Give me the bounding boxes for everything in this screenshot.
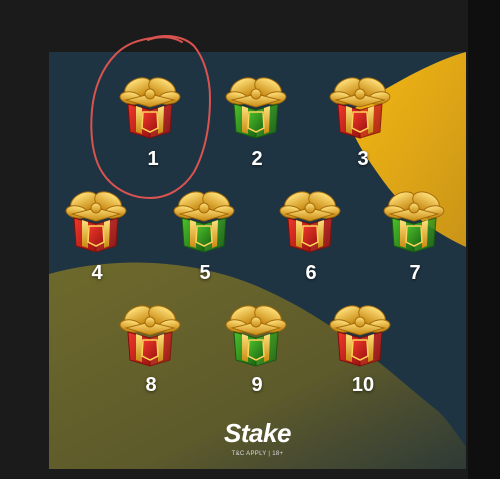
gift-box-icon xyxy=(65,191,127,253)
gift-box-1[interactable] xyxy=(116,72,184,142)
gift-number-4: 4 xyxy=(91,262,103,284)
gift-number-5: 5 xyxy=(199,262,211,284)
gift-box-8[interactable] xyxy=(116,300,184,370)
gift-box-icon xyxy=(173,191,235,253)
gift-box-5[interactable] xyxy=(170,186,238,256)
gift-number-9: 9 xyxy=(251,374,263,396)
terms-tagline: T&C APPLY | 18+ xyxy=(231,451,284,457)
gift-number-3: 3 xyxy=(357,148,369,170)
gift-box-icon xyxy=(225,77,287,139)
stake-logo: Stake xyxy=(224,418,291,448)
gift-number-1: 1 xyxy=(147,148,159,170)
gift-box-6[interactable] xyxy=(276,186,344,256)
gift-number-10: 10 xyxy=(351,374,375,396)
gift-box-2[interactable] xyxy=(222,72,290,142)
blurred-background xyxy=(40,12,200,42)
screenshot-root: 1 2 3 4 5 6 7 8 9 10 Stake T&C APPLY | 1… xyxy=(0,0,500,479)
gift-box-icon xyxy=(119,77,181,139)
gift-box-9[interactable] xyxy=(222,300,290,370)
gift-box-icon xyxy=(329,77,391,139)
gift-box-icon xyxy=(279,191,341,253)
gift-box-4[interactable] xyxy=(62,186,130,256)
gift-box-icon xyxy=(329,305,391,367)
gift-number-6: 6 xyxy=(305,262,317,284)
gift-box-icon xyxy=(383,191,445,253)
gift-box-10[interactable] xyxy=(326,300,394,370)
gift-number-8: 8 xyxy=(145,374,157,396)
gift-number-2: 2 xyxy=(251,148,263,170)
gift-box-3[interactable] xyxy=(326,72,394,142)
gift-number-7: 7 xyxy=(409,262,421,284)
side-panel xyxy=(468,0,500,479)
gift-box-icon xyxy=(225,305,287,367)
gift-box-icon xyxy=(119,305,181,367)
gift-box-7[interactable] xyxy=(380,186,448,256)
